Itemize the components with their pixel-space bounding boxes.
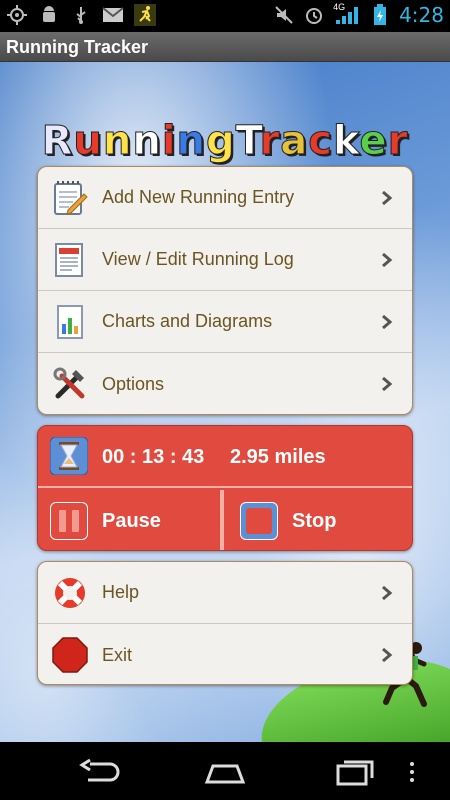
network-type-label: 4G (333, 2, 346, 12)
mute-icon (273, 4, 295, 26)
battery-charging-icon (369, 4, 391, 26)
logo-letter: R (41, 118, 74, 165)
menu-item-charts[interactable]: Charts and Diagrams (38, 291, 412, 353)
android-debug-icon (38, 4, 60, 26)
logo-letter: i (161, 118, 177, 165)
system-nav-bar (0, 742, 450, 800)
menu-item-add-entry[interactable]: Add New Running Entry (38, 167, 412, 229)
action-bar: Running Tracker (0, 32, 450, 62)
chevron-right-icon (382, 585, 393, 601)
main-content: RunningTracker Add New Running Entry Vie… (0, 62, 450, 742)
stop-icon (240, 502, 278, 540)
log-document-icon (55, 243, 83, 277)
hourglass-icon (50, 437, 88, 475)
menu-item-label: Exit (102, 644, 133, 665)
timer-status-row: 00 : 13 : 43 2.95 miles (38, 426, 412, 488)
gmail-icon (102, 4, 124, 26)
pause-label: Pause (102, 510, 161, 532)
alarm-icon (303, 4, 325, 26)
stop-button[interactable]: Stop (228, 490, 412, 550)
logo-letter: g (206, 118, 236, 165)
menu-item-label: Options (102, 373, 165, 394)
secondary-menu: Help Exit (37, 561, 413, 685)
status-time: 4:28 (399, 3, 444, 27)
stop-label: Stop (292, 510, 337, 532)
logo-letter: n (176, 118, 207, 165)
app-logo: RunningTracker (0, 118, 450, 165)
chevron-right-icon (382, 647, 393, 663)
stop-sign-icon (52, 637, 88, 673)
menu-item-label: Add New Running Entry (102, 187, 295, 207)
overflow-menu-icon[interactable] (402, 758, 422, 786)
logo-letter: n (132, 118, 162, 165)
logo-letter: r (259, 118, 281, 165)
signal-icon: 4G (333, 2, 361, 26)
menu-item-label: View / Edit Running Log (102, 249, 294, 269)
logo-letter: n (102, 118, 133, 165)
status-bar: 4G 4:28 (0, 0, 450, 32)
main-menu: Add New Running Entry View / Edit Runnin… (37, 166, 413, 415)
usb-icon (70, 4, 92, 26)
menu-item-options[interactable]: Options (38, 353, 412, 414)
lifebuoy-icon (55, 578, 85, 608)
distance-value: 2.95 miles (230, 446, 326, 468)
chevron-right-icon (382, 376, 393, 392)
elapsed-time: 00 : 13 : 43 (102, 446, 205, 468)
menu-item-label: Help (102, 582, 140, 602)
recent-apps-icon[interactable] (328, 758, 376, 786)
chevron-right-icon (382, 190, 393, 206)
logo-letter: r (387, 118, 409, 165)
back-icon[interactable] (76, 758, 124, 786)
notepad-pencil-icon (54, 181, 88, 215)
menu-item-exit[interactable]: Exit (38, 624, 412, 684)
pause-button[interactable]: Pause (38, 490, 224, 550)
tools-icon (53, 367, 85, 399)
gps-icon (6, 4, 28, 26)
logo-letter: k (333, 118, 360, 165)
chart-document-icon (57, 305, 83, 339)
chevron-right-icon (382, 314, 393, 330)
logo-letter: e (359, 118, 388, 165)
menu-item-help[interactable]: Help (38, 562, 412, 624)
menu-item-view-log[interactable]: View / Edit Running Log (38, 229, 412, 291)
home-icon[interactable] (201, 758, 249, 786)
logo-letter: T (235, 118, 260, 165)
menu-item-label: Charts and Diagrams (102, 311, 273, 331)
chevron-right-icon (382, 252, 393, 268)
logo-letter: c (308, 118, 334, 165)
app-title: Running Tracker (6, 37, 149, 57)
running-app-icon (134, 4, 156, 26)
logo-letter: a (280, 118, 309, 165)
run-timer-panel: 00 : 13 : 43 2.95 miles Pause Stop (37, 425, 413, 551)
logo-letter: u (73, 118, 103, 165)
pause-icon (50, 502, 88, 540)
